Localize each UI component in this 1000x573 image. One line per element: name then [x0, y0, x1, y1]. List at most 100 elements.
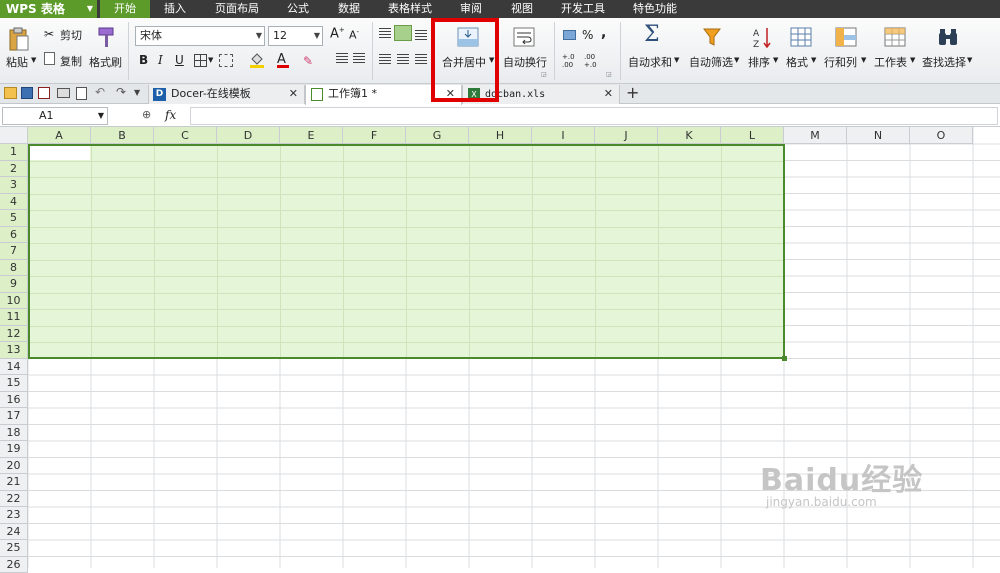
font-color-icon[interactable]: A — [277, 52, 289, 68]
cell-style-icon[interactable] — [219, 54, 233, 67]
bold-button[interactable]: B — [139, 53, 148, 67]
row-header[interactable]: 23 — [0, 507, 28, 524]
row-header[interactable]: 20 — [0, 458, 28, 475]
row-header[interactable]: 6 — [0, 227, 28, 244]
row-header[interactable]: 8 — [0, 260, 28, 277]
tab-docer[interactable]: D Docer-在线模板 ✕ — [148, 85, 305, 104]
format-painter-button[interactable]: 格式刷 — [89, 54, 122, 70]
indent-decrease-icon[interactable] — [336, 53, 348, 65]
row-header[interactable]: 4 — [0, 194, 28, 211]
redo-icon[interactable]: ↷ — [116, 85, 126, 99]
font-size-select[interactable]: 12▼ — [268, 26, 323, 46]
autosum-dropdown-icon[interactable]: ▼ — [674, 56, 679, 64]
row-header[interactable]: 18 — [0, 425, 28, 442]
menu-review[interactable]: 审阅 — [449, 0, 493, 18]
row-header[interactable]: 3 — [0, 177, 28, 194]
sort-button[interactable]: 排序 — [748, 54, 770, 70]
column-header[interactable]: D — [217, 127, 280, 144]
row-header[interactable]: 2 — [0, 161, 28, 178]
column-header[interactable]: F — [343, 127, 406, 144]
font-shrink-button[interactable]: A- — [349, 28, 359, 42]
worksheet-dropdown-icon[interactable]: ▼ — [910, 56, 915, 64]
row-header[interactable]: 5 — [0, 210, 28, 227]
print-icon[interactable] — [57, 88, 70, 98]
column-header[interactable]: A — [28, 127, 91, 144]
column-header[interactable]: M — [784, 127, 847, 144]
autosum-button[interactable]: 自动求和 — [628, 54, 672, 70]
row-header[interactable]: 14 — [0, 359, 28, 376]
row-header[interactable]: 9 — [0, 276, 28, 293]
find-select-button[interactable]: 查找选择 — [922, 54, 966, 70]
menu-view[interactable]: 视图 — [500, 0, 544, 18]
fill-color-icon[interactable] — [250, 52, 264, 66]
menu-home[interactable]: 开始 — [100, 0, 150, 18]
align-bottom-icon[interactable] — [415, 30, 427, 40]
open-folder-icon[interactable] — [4, 87, 17, 99]
borders-icon[interactable] — [194, 54, 207, 67]
rows-cols-icon[interactable] — [835, 27, 857, 47]
row-header[interactable]: 11 — [0, 309, 28, 326]
worksheet-icon[interactable] — [884, 27, 906, 47]
fx-icon[interactable]: fx — [165, 108, 176, 122]
column-header[interactable]: N — [847, 127, 910, 144]
filter-icon[interactable] — [702, 26, 724, 48]
font-grow-button[interactable]: A+ — [330, 26, 345, 41]
borders-dropdown-icon[interactable]: ▼ — [208, 56, 213, 64]
menu-special[interactable]: 特色功能 — [622, 0, 688, 18]
sort-icon[interactable]: AZ — [751, 26, 773, 50]
row-header[interactable]: 1 — [0, 144, 28, 161]
print-preview-icon[interactable] — [76, 87, 87, 100]
column-header[interactable]: K — [658, 127, 721, 144]
row-header[interactable]: 21 — [0, 474, 28, 491]
percent-button[interactable]: % — [582, 28, 593, 42]
row-header[interactable]: 13 — [0, 342, 28, 359]
close-icon[interactable]: ✕ — [289, 85, 298, 103]
active-cell[interactable] — [30, 146, 90, 160]
row-header[interactable]: 10 — [0, 293, 28, 310]
wrap-text-button[interactable]: 自动换行 — [503, 54, 547, 70]
row-header[interactable]: 22 — [0, 491, 28, 508]
format-icon[interactable] — [790, 27, 812, 47]
name-box[interactable]: A1▼ — [2, 107, 108, 125]
formula-input[interactable] — [190, 107, 998, 125]
format-dropdown-icon[interactable]: ▼ — [811, 56, 816, 64]
autofilter-dropdown-icon[interactable]: ▼ — [734, 56, 739, 64]
row-header[interactable]: 7 — [0, 243, 28, 260]
zoom-icon[interactable]: ⊕ — [142, 108, 151, 121]
increase-decimal-button[interactable]: +.0 .00 — [562, 53, 578, 69]
save-icon[interactable] — [21, 87, 33, 99]
format-painter-icon[interactable] — [96, 26, 116, 48]
close-icon[interactable]: ✕ — [604, 85, 613, 103]
fill-handle[interactable] — [782, 356, 787, 361]
paste-button[interactable]: 粘贴 — [6, 54, 28, 70]
align-center-icon[interactable] — [397, 54, 409, 65]
export-pdf-icon[interactable] — [38, 87, 50, 99]
column-header[interactable]: O — [910, 127, 973, 144]
column-header[interactable]: C — [154, 127, 217, 144]
align-middle-icon[interactable] — [394, 25, 412, 41]
column-header[interactable]: E — [280, 127, 343, 144]
row-header[interactable]: 15 — [0, 375, 28, 392]
italic-button[interactable]: I — [158, 53, 163, 67]
paste-icon[interactable] — [8, 26, 30, 52]
underline-button[interactable]: U — [175, 53, 184, 67]
new-tab-icon[interactable]: + — [626, 83, 639, 102]
undo-icon[interactable]: ↶ — [95, 85, 105, 99]
binoculars-icon[interactable] — [937, 27, 959, 47]
align-left-icon[interactable] — [379, 54, 391, 65]
paste-dropdown-icon[interactable]: ▼ — [31, 56, 36, 64]
menu-page-layout[interactable]: 页面布局 — [205, 0, 269, 18]
worksheet-button[interactable]: 工作表 — [874, 54, 907, 70]
cut-button[interactable]: 剪切 — [60, 27, 82, 43]
select-all-corner[interactable] — [0, 127, 28, 144]
menu-formulas[interactable]: 公式 — [276, 0, 320, 18]
column-header[interactable]: J — [595, 127, 658, 144]
format-button[interactable]: 格式 — [786, 54, 808, 70]
sum-icon[interactable]: Σ — [644, 22, 660, 47]
row-header[interactable]: 26 — [0, 557, 28, 573]
column-header[interactable]: G — [406, 127, 469, 144]
row-header[interactable]: 17 — [0, 408, 28, 425]
row-header[interactable]: 12 — [0, 326, 28, 343]
row-header[interactable]: 24 — [0, 524, 28, 541]
column-header[interactable]: L — [721, 127, 784, 144]
